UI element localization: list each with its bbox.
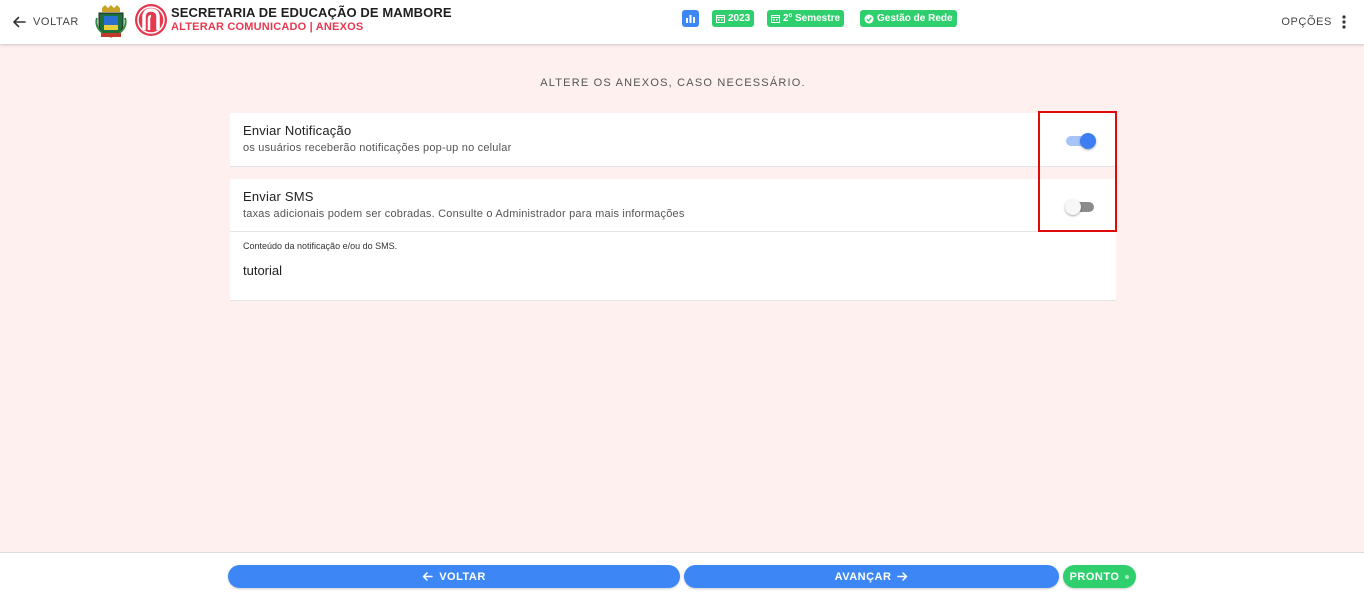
content-field-label: Conteúdo da notificação e/ou do SMS. (243, 241, 398, 251)
verified-shield-icon (864, 14, 874, 23)
arrow-left-icon (422, 572, 433, 581)
header-back-button[interactable]: VOLTAR (12, 12, 79, 32)
bar-chart-icon (686, 15, 695, 23)
done-button-label: PRONTO (1069, 570, 1120, 583)
notification-toggle[interactable] (1066, 133, 1096, 149)
sms-setting-row[interactable]: Enviar SMS taxas adicionais podem ser co… (230, 179, 1116, 232)
next-button-label: AVANÇAR (834, 570, 892, 583)
notification-setting-row[interactable]: Enviar Notificação os usuários receberão… (230, 113, 1116, 167)
calendar-icon (716, 15, 725, 23)
instruction-text: ALTERE OS ANEXOS, CASO NECESSÁRIO. (540, 77, 806, 89)
more-vert-icon (1342, 15, 1346, 29)
toggle-thumb (1065, 199, 1081, 215)
content-field-value[interactable]: tutorial (243, 263, 282, 278)
arrow-right-icon (897, 572, 908, 581)
toggle-thumb (1080, 133, 1096, 149)
next-button[interactable]: AVANÇAR (684, 565, 1059, 588)
options-menu-button[interactable]: OPÇÕES (1281, 12, 1346, 32)
sms-description: taxas adicionais podem ser cobradas. Con… (243, 208, 685, 220)
options-label: OPÇÕES (1281, 16, 1332, 28)
year-chip[interactable]: 2023 (712, 10, 755, 27)
content-field[interactable]: Conteúdo da notificação e/ou do SMS. tut… (230, 232, 1116, 301)
network-chip[interactable]: Gestão de Rede (860, 10, 957, 27)
year-chip-label: 2023 (728, 13, 751, 24)
municipal-crest-icon (95, 5, 127, 38)
calendar-icon (771, 15, 780, 23)
sms-title: Enviar SMS (243, 189, 314, 204)
header-back-label: VOLTAR (33, 16, 79, 28)
notification-title: Enviar Notificação (243, 123, 352, 138)
back-button[interactable]: VOLTAR (228, 565, 680, 588)
status-dot-icon (1125, 574, 1130, 579)
page-title: SECRETARIA DE EDUCAÇÃO DE MAMBORE (171, 5, 452, 20)
semester-chip[interactable]: 2º Semestre (767, 10, 845, 27)
reports-chip[interactable] (682, 10, 699, 27)
sms-toggle[interactable] (1065, 199, 1096, 215)
brand-logo-icon (135, 4, 167, 36)
page-subtitle: ALTERAR COMUNICADO | ANEXOS (171, 21, 364, 33)
network-chip-label: Gestão de Rede (877, 13, 953, 24)
back-button-label: VOLTAR (439, 570, 486, 583)
done-button[interactable]: PRONTO (1063, 565, 1136, 588)
notification-description: os usuários receberão notificações pop-u… (243, 142, 512, 154)
top-app-bar: VOLTAR SECRETARIA DE EDUCAÇÃO DE MAMBORE… (0, 0, 1364, 44)
arrow-left-icon (13, 16, 26, 28)
footer-bar: VOLTAR AVANÇAR PRONTO (0, 552, 1364, 598)
semester-chip-label: 2º Semestre (783, 13, 841, 24)
